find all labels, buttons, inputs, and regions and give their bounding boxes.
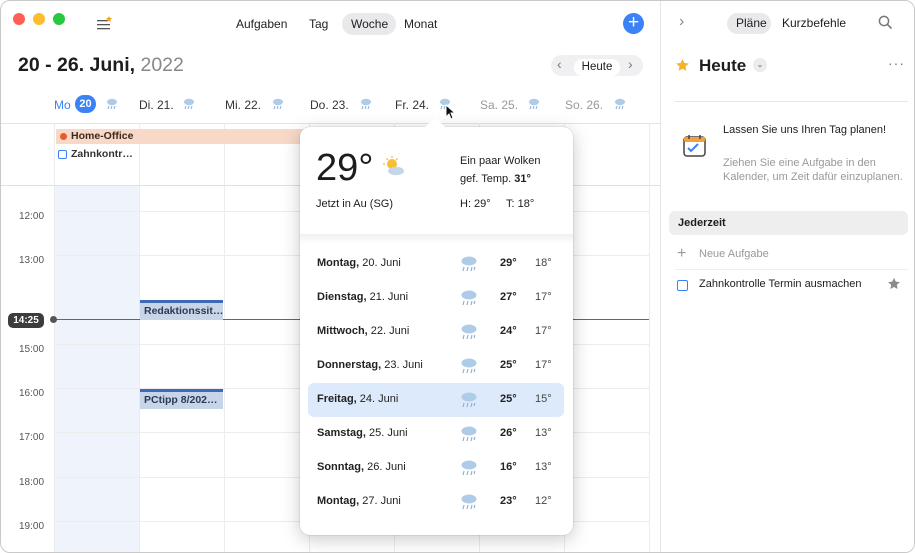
rain-cloud-icon[interactable] — [182, 97, 196, 111]
shortcuts-tab[interactable]: Kurzbefehle — [782, 16, 846, 30]
event-dot-icon — [60, 133, 67, 140]
today-button[interactable]: Heute — [574, 59, 620, 76]
forecast-row[interactable]: Montag, 27. Juni 23° 12° — [308, 485, 564, 519]
grid-column-line — [139, 123, 140, 552]
rain-cloud-icon — [461, 494, 477, 510]
high-temperature: H: 29° — [460, 198, 491, 210]
today-sidebar: › Pläne Kurzbefehle Heute ⌄ ··· Lassen S… — [660, 1, 914, 552]
rain-cloud-icon — [461, 256, 477, 272]
time-label: 19:00 — [19, 521, 45, 532]
day-header-sun[interactable]: So. 26. — [565, 98, 603, 112]
rain-cloud-icon — [461, 290, 477, 306]
forecast-row[interactable]: Mittwoch, 22. Juni 24° 17° — [308, 315, 564, 349]
rain-cloud-icon[interactable] — [359, 97, 373, 111]
chevron-down-icon[interactable]: ⌄ — [753, 58, 767, 72]
task-title[interactable]: Zahnkontrolle Termin ausmachen — [699, 278, 861, 290]
time-label: 18:00 — [19, 477, 45, 488]
minimize-window-button[interactable] — [33, 13, 45, 25]
event-pctipp[interactable]: PCtipp 8/202… — [140, 389, 223, 409]
forecast-row[interactable]: Dienstag, 21. Juni 27° 17° — [308, 281, 564, 315]
day-header-wed[interactable]: Mi. 22. — [225, 98, 261, 112]
weather-popover: 29° Ein paar Wolken gef. Temp. 31° Jetzt… — [300, 117, 573, 535]
rain-cloud-icon[interactable] — [527, 97, 541, 111]
rain-cloud-icon — [461, 358, 477, 374]
weather-description: Ein paar Wolken — [460, 155, 541, 167]
allday-task-zahnkontrolle[interactable]: Zahnkontr… — [56, 147, 138, 162]
grid-column-line — [54, 123, 55, 552]
forecast-row[interactable]: Donnerstag, 23. Juni 25° 17° — [308, 349, 564, 383]
rain-cloud-icon[interactable] — [613, 97, 627, 111]
search-icon[interactable] — [878, 15, 893, 30]
grid-top-divider — [1, 123, 660, 124]
rain-cloud-icon[interactable] — [271, 97, 285, 111]
event-label: Home-Office — [71, 130, 134, 142]
next-week-icon[interactable]: › — [628, 56, 633, 72]
day-header-thu[interactable]: Do. 23. — [310, 98, 349, 112]
grid-column-line — [224, 123, 225, 552]
forecast-row[interactable]: Montag, 20. Juni 29° 18° — [308, 247, 564, 281]
plans-tab[interactable]: Pläne — [736, 16, 767, 30]
rain-cloud-icon — [461, 426, 477, 442]
partly-cloudy-icon — [383, 156, 404, 176]
task-divider — [675, 269, 908, 270]
popover-divider — [300, 234, 573, 244]
star-icon[interactable] — [887, 277, 901, 291]
mouse-pointer-icon — [445, 104, 457, 120]
time-label: 15:00 — [19, 344, 45, 355]
rain-cloud-icon[interactable] — [105, 97, 119, 111]
day-header-sat[interactable]: Sa. 25. — [480, 98, 518, 112]
sidebar-title[interactable]: Heute — [699, 56, 746, 76]
collapse-sidebar-icon[interactable]: › — [679, 13, 684, 31]
plan-prompt-description: Ziehen Sie eine Aufgabe in den Kalender,… — [723, 157, 903, 183]
day-header-fri[interactable]: Fr. 24. — [395, 98, 429, 112]
add-event-button[interactable]: + — [623, 13, 644, 34]
close-window-button[interactable] — [13, 13, 25, 25]
low-temperature: T: 18° — [506, 198, 535, 210]
felt-temperature: gef. Temp. 31° — [460, 173, 531, 185]
week-view-tab[interactable]: Woche — [351, 16, 388, 32]
prev-week-icon[interactable]: ‹ — [557, 56, 562, 72]
current-time-badge: 14:25 — [8, 313, 44, 328]
plus-icon[interactable]: + — [677, 245, 686, 263]
rain-cloud-icon — [461, 324, 477, 340]
time-label: 17:00 — [19, 432, 45, 443]
week-title: 20 - 26. Juni, 2022 — [18, 54, 184, 76]
checkbox-icon[interactable] — [58, 150, 67, 159]
grid-column-line — [649, 123, 650, 552]
task-label: Zahnkontr… — [71, 148, 133, 160]
star-icon — [676, 59, 689, 71]
task-list-icon[interactable] — [96, 15, 113, 31]
plan-prompt-title: Lassen Sie uns Ihren Tag planen! — [723, 124, 887, 136]
app-window: Aufgaben Tag Woche Monat + 20 - 26. Juni… — [0, 0, 915, 553]
event-redaktionssitzung[interactable]: Redaktionssit… — [140, 300, 223, 320]
day-view-tab[interactable]: Tag — [309, 16, 328, 32]
day-header-tue[interactable]: Di. 21. — [139, 98, 174, 112]
zoom-window-button[interactable] — [53, 13, 65, 25]
time-label: 16:00 — [19, 388, 45, 399]
allday-event-home-office[interactable]: Home-Office — [56, 129, 306, 144]
task-checkbox[interactable] — [677, 280, 688, 291]
forecast-row[interactable]: Samstag, 25. Juni 26° 13° — [308, 417, 564, 451]
month-view-tab[interactable]: Monat — [404, 16, 437, 32]
time-label: 13:00 — [19, 255, 45, 266]
location-label: Jetzt in Au (SG) — [316, 198, 394, 210]
rain-cloud-icon — [461, 460, 477, 476]
popover-arrow — [425, 117, 445, 137]
section-anytime-label: Jederzeit — [678, 217, 726, 229]
today-column — [54, 185, 139, 552]
tasks-tab[interactable]: Aufgaben — [236, 16, 287, 32]
forecast-row[interactable]: Sonntag, 26. Juni 16° 13° — [308, 451, 564, 485]
today-date-badge[interactable]: 20 — [75, 95, 96, 113]
new-task-button[interactable]: Neue Aufgabe — [699, 248, 769, 260]
current-time-dot — [50, 316, 57, 323]
forecast-row-selected[interactable]: Freitag, 24. Juni 25° 15° — [308, 383, 564, 417]
current-temperature: 29° — [316, 147, 374, 189]
time-label: 12:00 — [19, 211, 45, 222]
calendar-plan-icon — [683, 135, 706, 157]
rain-cloud-icon — [461, 392, 477, 408]
sidebar-divider — [675, 101, 908, 102]
more-options-icon[interactable]: ··· — [888, 55, 905, 71]
day-header-mon[interactable]: Mo — [54, 98, 71, 112]
